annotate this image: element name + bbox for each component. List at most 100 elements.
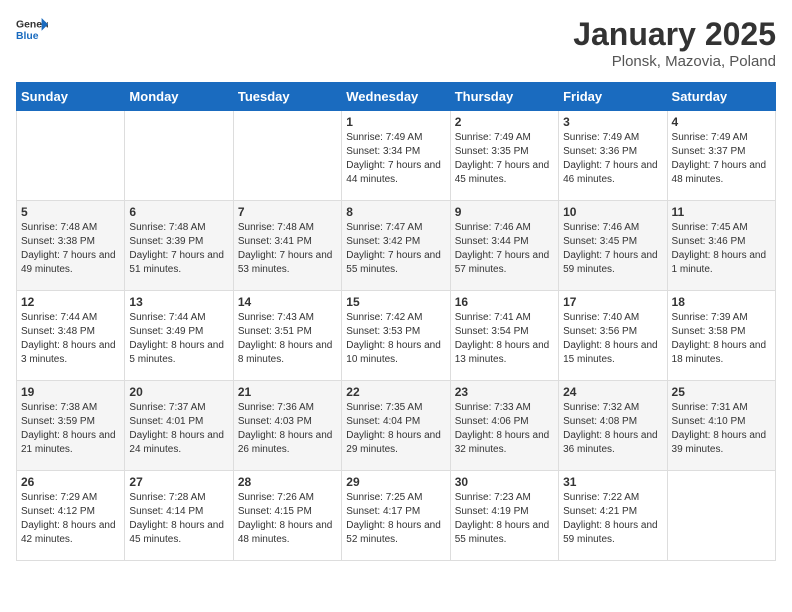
day-info: Sunrise: 7:23 AMSunset: 4:19 PMDaylight:… (455, 491, 554, 547)
logo: General Blue (16, 16, 48, 44)
header-thursday: Thursday (450, 83, 558, 111)
day-info: Sunrise: 7:46 AMSunset: 3:45 PMDaylight:… (563, 221, 662, 277)
day-cell: 7Sunrise: 7:48 AMSunset: 3:41 PMDaylight… (233, 201, 341, 291)
day-number: 26 (21, 475, 120, 489)
day-cell: 2 Sunrise: 7:49 AMSunset: 3:35 PMDaylight… (450, 111, 558, 201)
day-number: 14 (238, 295, 337, 309)
page-subtitle: Plonsk, Mazovia, Poland (573, 53, 776, 70)
day-cell: 26 Sunrise: 7:29 AMSunset: 4:12 PMDayligh… (17, 471, 125, 561)
day-info: Sunrise: 7:35 AMSunset: 4:04 PMDaylight:… (346, 401, 445, 457)
day-number: 2 (455, 115, 554, 129)
day-info: Sunrise: 7:39 AMSunset: 3:58 PMDaylight:… (672, 311, 771, 367)
day-number: 27 (129, 475, 228, 489)
day-number: 10 (563, 205, 662, 219)
header-friday: Friday (559, 83, 667, 111)
day-info: Sunrise: 7:44 AMSunset: 3:49 PMDaylight:… (129, 311, 228, 367)
day-number: 31 (563, 475, 662, 489)
day-number: 25 (672, 385, 771, 399)
header-monday: Monday (125, 83, 233, 111)
day-number: 1 (346, 115, 445, 129)
day-cell: 6 Sunrise: 7:48 AMSunset: 3:39 PMDaylight… (125, 201, 233, 291)
day-cell: 4 Sunrise: 7:49 AMSunset: 3:37 PMDaylight… (667, 111, 775, 201)
day-info: Sunrise: 7:40 AMSunset: 3:56 PMDaylight:… (563, 311, 662, 367)
day-info: Sunrise: 7:43 AMSunset: 3:51 PMDaylight:… (238, 311, 337, 367)
day-cell: 20 Sunrise: 7:37 AMSunset: 4:01 PMDayligh… (125, 381, 233, 471)
day-info: Sunrise: 7:36 AMSunset: 4:03 PMDaylight:… (238, 401, 337, 457)
day-cell: 21 Sunrise: 7:36 AMSunset: 4:03 PMDayligh… (233, 381, 341, 471)
day-info: Sunrise: 7:33 AMSunset: 4:06 PMDaylight:… (455, 401, 554, 457)
day-cell (667, 471, 775, 561)
day-info: Sunrise: 7:41 AMSunset: 3:54 PMDaylight:… (455, 311, 554, 367)
day-cell: 1 Sunrise: 7:49 AMSunset: 3:34 PMDaylight… (342, 111, 450, 201)
day-cell (125, 111, 233, 201)
day-info: Sunrise: 7:48 AMSunset: 3:41 PMDaylight:… (238, 221, 337, 277)
day-cell: 5Sunrise: 7:48 AMSunset: 3:38 PMDaylight… (17, 201, 125, 291)
day-number: 16 (455, 295, 554, 309)
day-info: Sunrise: 7:46 AMSunset: 3:44 PMDaylight:… (455, 221, 554, 277)
day-info: Sunrise: 7:26 AMSunset: 4:15 PMDaylight:… (238, 491, 337, 547)
day-info: Sunrise: 7:48 AMSunset: 3:39 PMDaylight:… (129, 221, 228, 277)
day-info: Sunrise: 7:25 AMSunset: 4:17 PMDaylight:… (346, 491, 445, 547)
day-cell: 17 Sunrise: 7:40 AMSunset: 3:56 PMDayligh… (559, 291, 667, 381)
day-info: Sunrise: 7:38 AMSunset: 3:59 PMDaylight:… (21, 401, 120, 457)
day-number: 15 (346, 295, 445, 309)
day-cell: 12Sunrise: 7:44 AMSunset: 3:48 PMDayligh… (17, 291, 125, 381)
day-cell: 25Sunrise: 7:31 AMSunset: 4:10 PMDayligh… (667, 381, 775, 471)
day-cell: 9 Sunrise: 7:46 AMSunset: 3:44 PMDaylight… (450, 201, 558, 291)
day-info: Sunrise: 7:29 AMSunset: 4:12 PMDaylight:… (21, 491, 120, 547)
day-number: 6 (129, 205, 228, 219)
calendar-table: SundayMondayTuesdayWednesdayThursdayFrid… (16, 82, 776, 561)
page-header: General Blue January 2025 Plonsk, Mazovi… (16, 16, 776, 70)
day-number: 13 (129, 295, 228, 309)
day-cell: 24 Sunrise: 7:32 AMSunset: 4:08 PMDayligh… (559, 381, 667, 471)
page-title: January 2025 (573, 16, 776, 53)
day-number: 8 (346, 205, 445, 219)
day-cell: 22Sunrise: 7:35 AMSunset: 4:04 PMDayligh… (342, 381, 450, 471)
week-row-5: 26 Sunrise: 7:29 AMSunset: 4:12 PMDayligh… (17, 471, 776, 561)
header-wednesday: Wednesday (342, 83, 450, 111)
week-row-2: 5Sunrise: 7:48 AMSunset: 3:38 PMDaylight… (17, 201, 776, 291)
day-number: 29 (346, 475, 445, 489)
header-tuesday: Tuesday (233, 83, 341, 111)
day-cell (17, 111, 125, 201)
day-number: 9 (455, 205, 554, 219)
day-info: Sunrise: 7:28 AMSunset: 4:14 PMDaylight:… (129, 491, 228, 547)
day-number: 17 (563, 295, 662, 309)
day-cell: 10 Sunrise: 7:46 AMSunset: 3:45 PMDayligh… (559, 201, 667, 291)
header-saturday: Saturday (667, 83, 775, 111)
day-number: 4 (672, 115, 771, 129)
day-cell: 3 Sunrise: 7:49 AMSunset: 3:36 PMDaylight… (559, 111, 667, 201)
day-cell: 30Sunrise: 7:23 AMSunset: 4:19 PMDayligh… (450, 471, 558, 561)
day-cell: 23 Sunrise: 7:33 AMSunset: 4:06 PMDayligh… (450, 381, 558, 471)
day-number: 24 (563, 385, 662, 399)
day-cell: 31 Sunrise: 7:22 AMSunset: 4:21 PMDayligh… (559, 471, 667, 561)
week-row-1: 1 Sunrise: 7:49 AMSunset: 3:34 PMDaylight… (17, 111, 776, 201)
day-info: Sunrise: 7:49 AMSunset: 3:34 PMDaylight:… (346, 131, 445, 187)
day-info: Sunrise: 7:32 AMSunset: 4:08 PMDaylight:… (563, 401, 662, 457)
week-row-3: 12Sunrise: 7:44 AMSunset: 3:48 PMDayligh… (17, 291, 776, 381)
day-number: 18 (672, 295, 771, 309)
day-cell: 19Sunrise: 7:38 AMSunset: 3:59 PMDayligh… (17, 381, 125, 471)
title-block: January 2025 Plonsk, Mazovia, Poland (573, 16, 776, 70)
day-number: 20 (129, 385, 228, 399)
day-info: Sunrise: 7:49 AMSunset: 3:36 PMDaylight:… (563, 131, 662, 187)
day-number: 3 (563, 115, 662, 129)
logo-icon: General Blue (16, 16, 48, 44)
day-number: 11 (672, 205, 771, 219)
day-number: 21 (238, 385, 337, 399)
day-cell: 15Sunrise: 7:42 AMSunset: 3:53 PMDayligh… (342, 291, 450, 381)
day-cell: 14 Sunrise: 7:43 AMSunset: 3:51 PMDayligh… (233, 291, 341, 381)
day-number: 23 (455, 385, 554, 399)
day-info: Sunrise: 7:22 AMSunset: 4:21 PMDaylight:… (563, 491, 662, 547)
calendar-header-row: SundayMondayTuesdayWednesdayThursdayFrid… (17, 83, 776, 111)
day-info: Sunrise: 7:49 AMSunset: 3:35 PMDaylight:… (455, 131, 554, 187)
day-cell: 28Sunrise: 7:26 AMSunset: 4:15 PMDayligh… (233, 471, 341, 561)
day-info: Sunrise: 7:48 AMSunset: 3:38 PMDaylight:… (21, 221, 120, 277)
day-info: Sunrise: 7:49 AMSunset: 3:37 PMDaylight:… (672, 131, 771, 187)
day-cell: 18 Sunrise: 7:39 AMSunset: 3:58 PMDayligh… (667, 291, 775, 381)
header-sunday: Sunday (17, 83, 125, 111)
day-cell: 13 Sunrise: 7:44 AMSunset: 3:49 PMDayligh… (125, 291, 233, 381)
day-cell: 27 Sunrise: 7:28 AMSunset: 4:14 PMDayligh… (125, 471, 233, 561)
day-info: Sunrise: 7:37 AMSunset: 4:01 PMDaylight:… (129, 401, 228, 457)
svg-text:Blue: Blue (16, 31, 39, 42)
